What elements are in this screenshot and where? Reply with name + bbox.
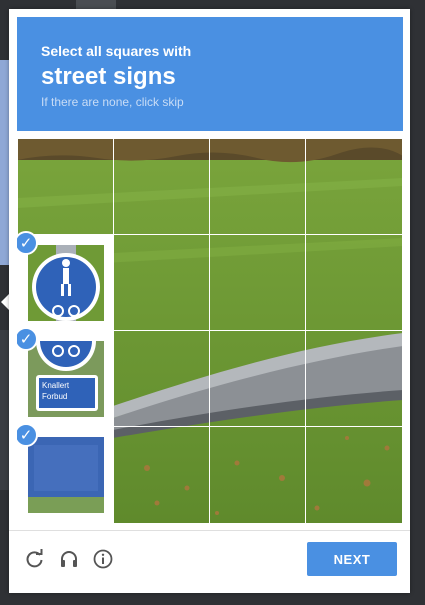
tile-thumbnail: Knallert Forbud — [28, 341, 104, 417]
grid-tile[interactable] — [209, 138, 306, 235]
captcha-dialog: Select all squares with street signs If … — [9, 9, 410, 593]
grid-tile[interactable] — [113, 426, 210, 524]
footer-divider — [9, 530, 410, 531]
skip-hint-text: If there are none, click skip — [41, 95, 184, 109]
image-grid: ✓ Knallert Forbud ✓ ✓ — [17, 138, 403, 524]
grid-tile-selected[interactable]: ✓ — [17, 231, 114, 331]
grid-tile[interactable] — [209, 234, 306, 331]
grid-tile[interactable] — [209, 330, 306, 427]
grid-tile[interactable] — [113, 330, 210, 427]
headphones-icon[interactable] — [59, 549, 79, 569]
next-button[interactable]: NEXT — [307, 542, 397, 576]
grid-tile[interactable] — [113, 138, 210, 235]
tile-thumbnail — [28, 245, 104, 321]
grid-tile[interactable] — [305, 426, 403, 524]
grid-tile[interactable] — [305, 330, 403, 427]
sign-text-line2: Forbud — [42, 392, 68, 401]
target-text: street signs — [41, 63, 176, 90]
grid-tile[interactable] — [113, 234, 210, 331]
info-icon[interactable] — [93, 549, 113, 569]
reload-icon[interactable] — [25, 549, 45, 569]
grid-tile-selected[interactable]: ✓ — [17, 423, 114, 524]
tile-thumbnail — [28, 437, 104, 513]
grid-tile[interactable] — [209, 426, 306, 524]
challenge-header: Select all squares with street signs If … — [17, 17, 403, 131]
grid-tile[interactable] — [305, 234, 403, 331]
grid-tile-selected[interactable]: Knallert Forbud ✓ — [17, 327, 114, 427]
grid-tile[interactable] — [17, 138, 114, 235]
sign-text-line1: Knallert — [42, 381, 70, 390]
grid-tile[interactable] — [305, 138, 403, 235]
instruction-text: Select all squares with — [41, 43, 192, 59]
